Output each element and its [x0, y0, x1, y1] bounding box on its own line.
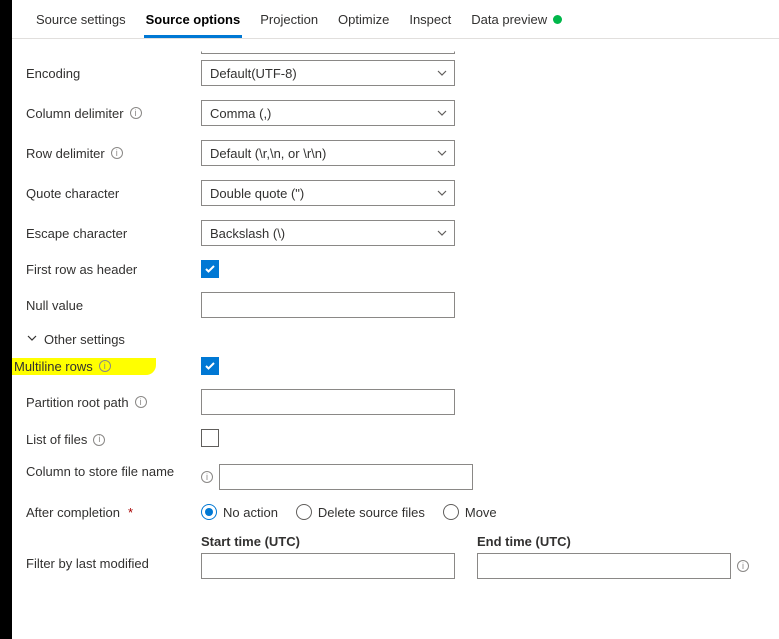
- chevron-down-icon: [26, 332, 38, 347]
- chevron-down-icon: [436, 67, 448, 79]
- status-dot-icon: [553, 15, 562, 24]
- encoding-dropdown[interactable]: Default(UTF-8): [201, 60, 455, 86]
- tab-label: Source settings: [36, 12, 126, 27]
- tab-inspect[interactable]: Inspect: [399, 0, 461, 38]
- tab-source-settings[interactable]: Source settings: [26, 0, 136, 38]
- end-time-input[interactable]: [477, 553, 731, 579]
- quote-character-dropdown[interactable]: Double quote ("): [201, 180, 455, 206]
- column-delimiter-label: Column delimiter i: [26, 106, 201, 121]
- radio-label: No action: [223, 505, 278, 520]
- chevron-down-icon: [436, 227, 448, 239]
- chevron-down-icon: [436, 187, 448, 199]
- chevron-down-icon: [436, 107, 448, 119]
- info-icon[interactable]: i: [130, 107, 142, 119]
- filter-by-last-modified-label: Filter by last modified: [26, 534, 201, 571]
- partition-root-path-input[interactable]: [201, 389, 455, 415]
- tab-label: Inspect: [409, 12, 451, 27]
- section-title: Other settings: [44, 332, 125, 347]
- first-row-header-label: First row as header: [26, 262, 201, 277]
- radio-no-action[interactable]: No action: [201, 504, 278, 520]
- after-completion-label: After completion *: [26, 505, 201, 520]
- dropdown-value: Comma (,): [210, 106, 271, 121]
- tab-label: Projection: [260, 12, 318, 27]
- column-store-file-name-input[interactable]: [219, 464, 473, 490]
- info-icon[interactable]: i: [201, 471, 213, 483]
- null-value-label: Null value: [26, 298, 201, 313]
- info-icon[interactable]: i: [111, 147, 123, 159]
- info-icon[interactable]: i: [93, 434, 105, 446]
- cutoff-field: [201, 51, 455, 54]
- tab-label: Optimize: [338, 12, 389, 27]
- list-of-files-checkbox[interactable]: [201, 429, 219, 447]
- chevron-down-icon: [436, 147, 448, 159]
- row-delimiter-label: Row delimiter i: [26, 146, 201, 161]
- radio-delete-source-files[interactable]: Delete source files: [296, 504, 425, 520]
- info-icon[interactable]: i: [135, 396, 147, 408]
- escape-character-label: Escape character: [26, 226, 201, 241]
- after-completion-radio-group: No action Delete source files Move: [201, 504, 497, 520]
- tab-optimize[interactable]: Optimize: [328, 0, 399, 38]
- dropdown-value: Default (\r,\n, or \r\n): [210, 146, 326, 161]
- column-store-file-name-label: Column to store file name: [26, 464, 201, 480]
- row-delimiter-dropdown[interactable]: Default (\r,\n, or \r\n): [201, 140, 455, 166]
- radio-label: Move: [465, 505, 497, 520]
- tab-label: Data preview: [471, 12, 547, 27]
- info-icon[interactable]: i: [99, 360, 111, 372]
- partition-root-path-label: Partition root path i: [26, 395, 201, 410]
- radio-label: Delete source files: [318, 505, 425, 520]
- required-indicator: *: [128, 505, 133, 520]
- escape-character-dropdown[interactable]: Backslash (\): [201, 220, 455, 246]
- column-delimiter-dropdown[interactable]: Comma (,): [201, 100, 455, 126]
- end-time-label: End time (UTC): [477, 534, 749, 549]
- dropdown-value: Default(UTF-8): [210, 66, 297, 81]
- multiline-rows-label: Multiline rows i: [12, 358, 156, 375]
- tab-label: Source options: [146, 12, 241, 27]
- list-of-files-label: List of files i: [26, 432, 201, 447]
- tab-data-preview[interactable]: Data preview: [461, 0, 572, 38]
- start-time-input[interactable]: [201, 553, 455, 579]
- dropdown-value: Double quote ("): [210, 186, 304, 201]
- start-time-label: Start time (UTC): [201, 534, 455, 549]
- tab-source-options[interactable]: Source options: [136, 0, 251, 38]
- quote-character-label: Quote character: [26, 186, 201, 201]
- tab-bar: Source settings Source options Projectio…: [12, 0, 779, 39]
- tab-projection[interactable]: Projection: [250, 0, 328, 38]
- other-settings-toggle[interactable]: Other settings: [26, 332, 765, 347]
- null-value-input[interactable]: [201, 292, 455, 318]
- multiline-rows-checkbox[interactable]: [201, 357, 219, 375]
- info-icon[interactable]: i: [737, 560, 749, 572]
- radio-move[interactable]: Move: [443, 504, 497, 520]
- first-row-header-checkbox[interactable]: [201, 260, 219, 278]
- dropdown-value: Backslash (\): [210, 226, 285, 241]
- encoding-label: Encoding: [26, 66, 201, 81]
